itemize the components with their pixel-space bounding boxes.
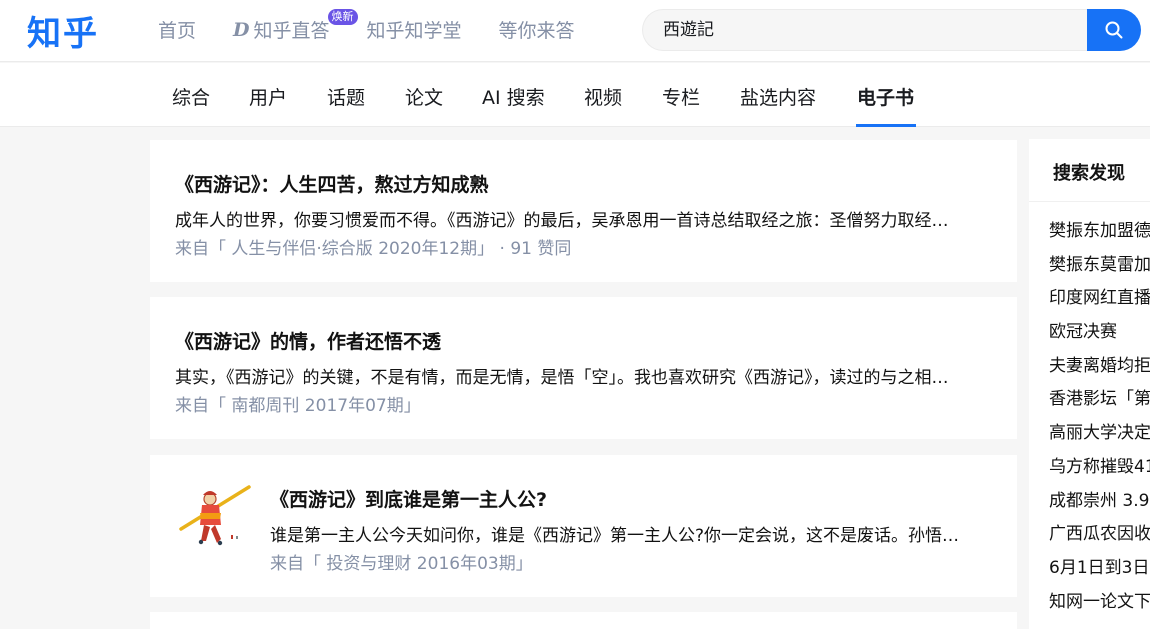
tab-videos[interactable]: 视频 [584, 83, 622, 110]
active-tab-indicator [856, 124, 916, 127]
tab-all[interactable]: 综合 [172, 83, 210, 110]
zhida-logo-icon: D [233, 18, 250, 41]
trending-item[interactable]: 广西瓜农因收 [1049, 522, 1150, 556]
tab-salt-content[interactable]: 盐选内容 [740, 83, 816, 110]
tab-users[interactable]: 用户 [249, 83, 287, 110]
tab-ebooks[interactable]: 电子书 [857, 83, 914, 110]
monkey-king-illustration[interactable] [175, 477, 255, 557]
search-input[interactable]: 西遊記 [642, 9, 1088, 51]
result-card[interactable]: 《西游记》的情，作者还悟不透 其实，《西游记》的关键，不是有情，而是无情，是悟「… [150, 297, 1017, 439]
trending-item[interactable]: 欧冠决赛 [1049, 320, 1150, 354]
result-title[interactable]: 《西游记》：人生四苦，熬过方知成熟 [175, 170, 489, 197]
trending-item[interactable]: 6月1日到3日 [1049, 556, 1150, 590]
tab-papers[interactable]: 论文 [405, 83, 443, 110]
result-card[interactable]: 《西游记》到底谁是第一主人公? 谁是第一主人公今天如问你，谁是《西游记》第一主人… [150, 455, 1017, 597]
trending-item[interactable]: 樊振东莫雷加 [1049, 253, 1150, 287]
nav-home[interactable]: 首页 [158, 16, 196, 43]
trending-item[interactable]: 印度网红直播 [1049, 286, 1150, 320]
nav-zhida-label: 知乎直答 [253, 20, 330, 42]
result-title[interactable]: 《西游记》的情，作者还悟不透 [175, 327, 441, 354]
tab-ai-search[interactable]: AI 搜索 [482, 83, 545, 110]
search-discovery-panel: 搜索发现 樊振东加盟德 樊振东莫雷加 印度网红直播 欧冠决赛 夫妻离婚均拒 香港… [1029, 139, 1150, 629]
nav-waiting-answers-label: 等你来答 [498, 20, 575, 42]
new-badge: 焕新 [327, 9, 358, 25]
trending-item[interactable]: 高丽大学决定 [1049, 421, 1150, 455]
result-excerpt: 谁是第一主人公今天如问你，谁是《西游记》第一主人公?你一定会说，这不是废话。孙悟… [270, 526, 960, 546]
search-icon [1105, 21, 1123, 39]
main-nav: 首页 D 知乎直答 焕新 知乎知学堂 等你来答 [158, 9, 612, 43]
trending-item[interactable]: 成都崇州 3.9 [1049, 489, 1150, 523]
side-title: 搜索发现 [1053, 163, 1125, 184]
tab-topics[interactable]: 话题 [327, 83, 365, 110]
nav-home-label: 首页 [158, 20, 197, 42]
top-header: 知乎 首页 D 知乎直答 焕新 知乎知学堂 等你来答 西遊記 [0, 0, 1150, 62]
search-type-tabs: 综合 用户 话题 论文 AI 搜索 视频 专栏 盐选内容 电子书 [0, 63, 1150, 127]
tab-columns[interactable]: 专栏 [662, 83, 700, 110]
result-excerpt: 成年人的世界，你要习惯爱而不得。《西游记》的最后，吴承恩用一首诗总结取经之旅：圣… [175, 211, 965, 231]
result-meta: 来自「 人生与伴侣·综合版 2020年12期」 · 91 赞同 [175, 239, 572, 259]
trending-item[interactable]: 知网一论文下 [1049, 590, 1150, 624]
zhihu-logo[interactable]: 知乎 [27, 6, 99, 55]
nav-zhida[interactable]: D 知乎直答 焕新 [233, 9, 358, 43]
trending-item[interactable]: 乌方称摧毁41 [1049, 455, 1150, 489]
trending-item[interactable]: 樊振东加盟德 [1049, 219, 1150, 253]
search-button[interactable] [1087, 9, 1141, 51]
result-card[interactable] [150, 612, 1017, 629]
trending-item[interactable]: 香港影坛「第 [1049, 387, 1150, 421]
result-meta: 来自「 投资与理财 2016年03期」 [270, 554, 533, 574]
divider [1029, 201, 1150, 202]
result-excerpt: 其实，《西游记》的关键，不是有情，而是无情，是悟「空」。我也喜欢研究《西游记》，… [175, 368, 965, 388]
result-title[interactable]: 《西游记》到底谁是第一主人公? [270, 485, 547, 512]
nav-waiting-answers[interactable]: 等你来答 [499, 16, 575, 43]
trending-list: 樊振东加盟德 樊振东莫雷加 印度网红直播 欧冠决赛 夫妻离婚均拒 香港影坛「第 … [1049, 219, 1150, 623]
trending-item[interactable]: 夫妻离婚均拒 [1049, 354, 1150, 388]
nav-zhixuetang[interactable]: 知乎知学堂 [367, 16, 462, 43]
nav-zhixuetang-label: 知乎知学堂 [366, 20, 462, 42]
result-card[interactable]: 《西游记》：人生四苦，熬过方知成熟 成年人的世界，你要习惯爱而不得。《西游记》的… [150, 140, 1017, 282]
result-meta: 来自「 南都周刊 2017年07期」 [175, 396, 421, 416]
